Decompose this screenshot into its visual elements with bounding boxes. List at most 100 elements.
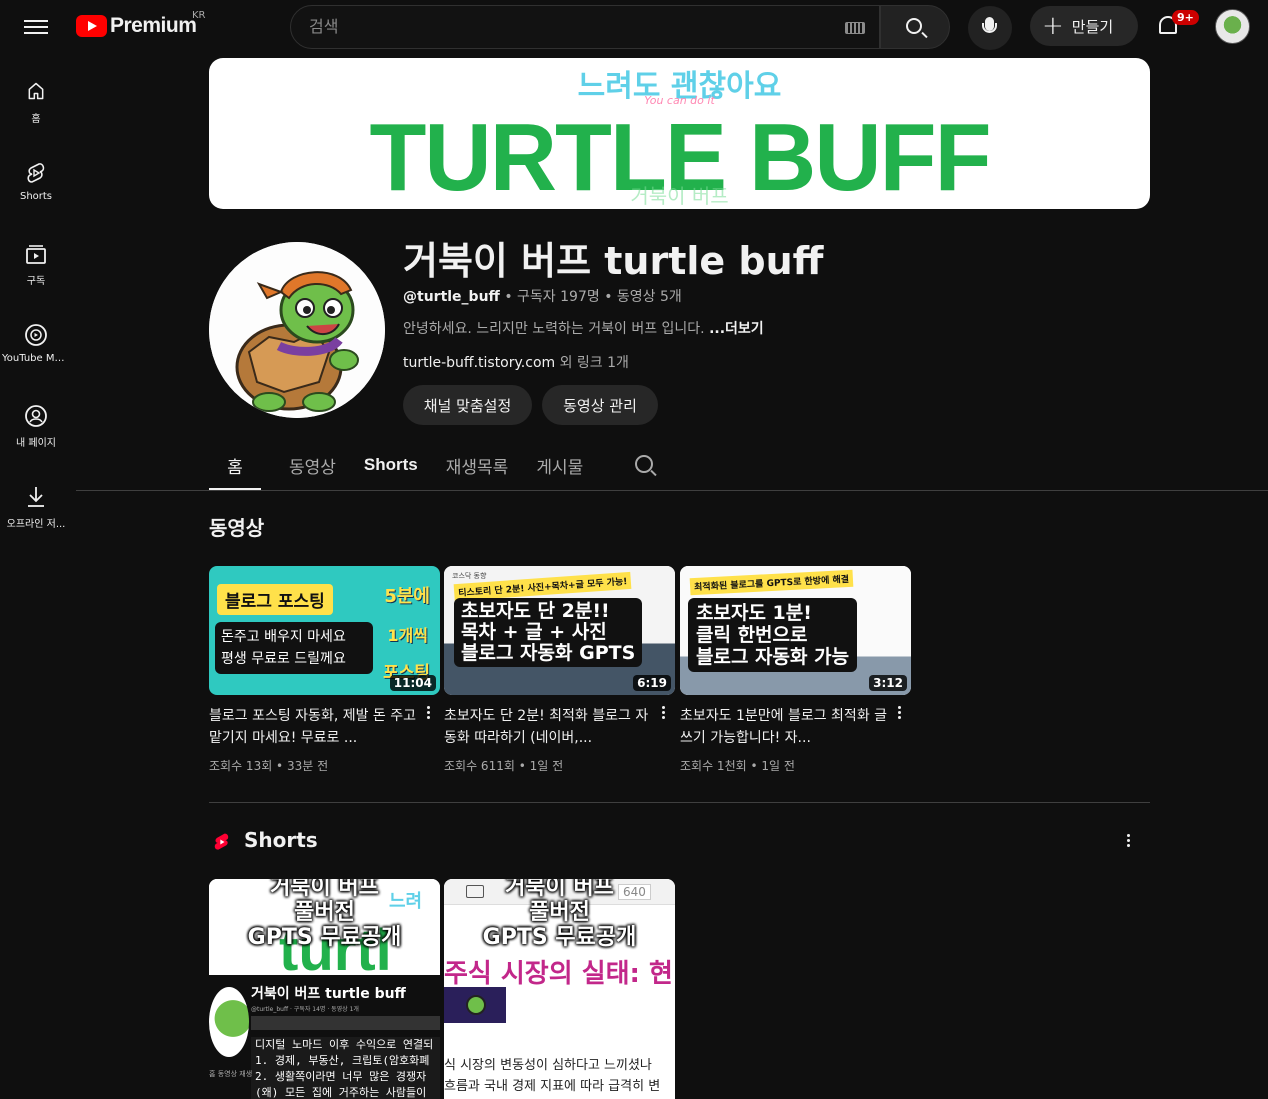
sidebar-item-youtube-music[interactable]: YouTube Mu... xyxy=(0,299,72,380)
tab-posts[interactable]: 게시물 xyxy=(536,440,583,490)
short-tab-label: 홈 xyxy=(209,1070,216,1078)
region-label: KR xyxy=(192,10,206,21)
manage-videos-button[interactable]: 동영상 관리 xyxy=(542,385,658,425)
tab-playlists[interactable]: 재생목록 xyxy=(446,440,509,490)
description-text: 안녕하세요. 느리지만 노력하는 거북이 버프 입니다. xyxy=(403,321,710,337)
banner-korean-name: 거북이 버프 xyxy=(630,184,729,208)
video-thumbnail[interactable]: 블로그 포스팅 5분에 돈주고 배우지 마세요 평생 무료로 드릴께요 1개씩 … xyxy=(209,566,440,695)
short-text-line: 흐름과 국내 경제 지표에 따라 급격히 변 xyxy=(444,1079,661,1094)
channel-links[interactable]: turtle-buff.tistory.com 외 링크 1개 xyxy=(403,352,629,372)
channel-description[interactable]: 안녕하세요. 느리지만 노력하는 거북이 버프 입니다. ...더보기 xyxy=(403,318,764,338)
sidebar-item-my-page[interactable]: 내 페이지 xyxy=(0,380,72,461)
thumbnail-text: 클릭 한번으로 xyxy=(696,624,808,646)
customize-label: 채널 맞춤설정 xyxy=(423,396,512,415)
section-divider xyxy=(209,802,1150,803)
video-thumbnail[interactable]: 코스닥 동향 티스토리 단 2분! 사진+목차+글 모두 가능! 초보자도 단 … xyxy=(444,566,675,695)
thumbnail-text: 블로그 자동화 가능 xyxy=(696,646,850,668)
short-tab-labels: 홈 동영상 재생 xyxy=(209,1069,253,1079)
video-card[interactable]: 최적화된 블로그를 GPTS로 한방에 해결 초보자도 1분! 클릭 한번으로 … xyxy=(680,566,911,774)
short-text-line: 2. 생활쪽이라면 너무 많은 경쟁자 xyxy=(255,1070,427,1083)
thumbnail-caption-box: 초보자도 단 2분!! 목차 + 글 + 사진 블로그 자동화 GPTS xyxy=(454,598,643,667)
create-button[interactable]: + 만들기 xyxy=(1030,6,1138,46)
notifications-button[interactable]: 9+ xyxy=(1156,10,1199,38)
sidebar-item-shorts[interactable]: Shorts xyxy=(0,137,72,218)
tab-shorts[interactable]: Shorts xyxy=(364,440,418,490)
more-link[interactable]: ...더보기 xyxy=(709,321,764,337)
tab-home[interactable]: 홈 xyxy=(209,440,261,490)
short-card[interactable]: 640 주식 시장의 실태: 현 식 시장의 변동성이 심하다고 느끼셨나 흐름… xyxy=(444,879,675,1099)
keyboard-icon[interactable] xyxy=(845,22,865,34)
thumbnail-text: 1개씩 xyxy=(387,626,428,645)
more-options-icon[interactable] xyxy=(891,704,907,724)
channel-tabs: 홈 동영상 Shorts 재생목록 게시물 xyxy=(209,440,583,490)
sidebar-item-subscriptions[interactable]: 구독 xyxy=(0,218,72,299)
video-card[interactable]: 블로그 포스팅 5분에 돈주고 배우지 마세요 평생 무료로 드릴께요 1개씩 … xyxy=(209,566,440,774)
more-options-icon[interactable] xyxy=(420,704,436,724)
video-thumbnail[interactable]: 최적화된 블로그를 GPTS로 한방에 해결 초보자도 1분! 클릭 한번으로 … xyxy=(680,566,911,695)
short-embedded-image xyxy=(444,987,506,1023)
sidebar-item-label: 홈 xyxy=(31,114,41,125)
logo-text: Premium xyxy=(110,14,197,37)
manage-label: 동영상 관리 xyxy=(563,396,637,415)
short-card[interactable]: turtl 느려 거북이 버프 turtle buff @turtle_buff… xyxy=(209,879,440,1099)
home-icon xyxy=(24,80,48,104)
short-handle-line: @turtle_buff · 구독자 14명 · 동영상 1개 xyxy=(251,1006,359,1013)
shorts-icon xyxy=(24,161,48,185)
account-avatar[interactable] xyxy=(1215,9,1250,44)
short-headline: 주식 시장의 실태: 현 xyxy=(444,959,673,989)
tab-label: 동영상 xyxy=(289,457,336,478)
turtle-mascot-image xyxy=(209,242,385,418)
top-bar: Premium KR + 만들기 9+ xyxy=(0,0,1268,56)
video-title[interactable]: 초보자도 단 2분! 최적화 블로그 자동화 따라하기 (네이버,... xyxy=(444,705,654,749)
channel-handle: @turtle_buff xyxy=(403,289,500,305)
channel-search-icon[interactable] xyxy=(635,455,653,473)
video-meta: 조회수 13회 • 33분 전 xyxy=(209,759,329,773)
voice-search-button[interactable] xyxy=(968,6,1012,50)
customize-channel-button[interactable]: 채널 맞춤설정 xyxy=(403,385,532,425)
shorts-section-title[interactable]: Shorts xyxy=(244,828,318,852)
thumbnail-text: 코스닥 동향 xyxy=(452,572,487,580)
short-tab-label: 재생 xyxy=(239,1070,253,1078)
video-title[interactable]: 블로그 포스팅 자동화, 제발 돈 주고 맡기지 마세요! 무료로 ... xyxy=(209,705,419,749)
tab-label: Shorts xyxy=(363,455,418,474)
video-card[interactable]: 코스닥 동향 티스토리 단 2분! 사진+목차+글 모두 가능! 초보자도 단 … xyxy=(444,566,675,774)
more-options-icon[interactable] xyxy=(655,704,671,724)
videos-section-title[interactable]: 동영상 xyxy=(209,512,264,541)
sidebar-item-label: 오프라인 저... xyxy=(6,519,66,530)
video-title[interactable]: 초보자도 1분만에 블로그 최적화 글쓰기 가능합니다! 자... xyxy=(680,705,890,749)
channel-name: 거북이 버프 turtle buff xyxy=(403,239,824,283)
thumbnail-text: 초보자도 단 2분!! xyxy=(461,600,610,622)
search-input[interactable] xyxy=(309,17,829,36)
thumbnail-text: 5분에 xyxy=(384,586,430,607)
notification-badge: 9+ xyxy=(1172,10,1199,25)
tab-videos[interactable]: 동영상 xyxy=(289,440,336,490)
my-page-icon xyxy=(24,404,48,428)
shorts-more-options-icon[interactable] xyxy=(1120,832,1136,852)
sidebar-item-downloads[interactable]: 오프라인 저... xyxy=(0,461,72,542)
tab-label: 홈 xyxy=(227,457,243,478)
channel-banner: 느려도 괜찮아요 You can do it TURTLE BUFF 거북이 버… xyxy=(209,58,1150,209)
short-text-panel: 디지털 노마드 이후 수익으로 연결되 1. 경제, 부동산, 크립토(암호화폐… xyxy=(251,1037,440,1099)
channel-meta: @turtle_buff • 구독자 197명 • 동영상 5개 xyxy=(403,286,682,306)
search-box xyxy=(290,5,880,49)
search-icon xyxy=(906,18,922,34)
short-caption-line: 풀버전 xyxy=(294,900,355,925)
menu-icon[interactable] xyxy=(24,16,48,40)
short-caption: 거북이 버프 풀버전 GPTS 무료공개 xyxy=(209,879,440,950)
youtube-play-icon xyxy=(76,15,107,37)
channel-avatar[interactable] xyxy=(209,242,385,418)
sidebar-item-home[interactable]: 홈 xyxy=(0,56,72,137)
short-text-panel: 식 시장의 변동성이 심하다고 느끼셨나 흐름과 국내 경제 지표에 따라 급격… xyxy=(444,1055,660,1097)
sidebar-item-label: Shorts xyxy=(19,191,53,202)
short-channel-name: 거북이 버프 turtle buff xyxy=(251,986,406,1002)
channel-link[interactable]: turtle-buff.tistory.com xyxy=(403,355,555,371)
plus-icon: + xyxy=(1042,11,1064,41)
thumbnail-text: 블로그 자동화 GPTS xyxy=(461,642,636,664)
youtube-premium-logo[interactable]: Premium xyxy=(76,14,197,38)
search-button[interactable] xyxy=(880,5,950,49)
sidebar: 홈 Shorts 구독 YouTube Mu... 내 페이지 오프라인 저..… xyxy=(0,56,72,542)
tab-label: 재생목록 xyxy=(445,457,509,478)
short-caption-line: 거북이 버프 xyxy=(270,879,379,900)
thumbnail-text: 블로그 포스팅 xyxy=(217,584,333,615)
thumbnail-caption-box: 돈주고 배우지 마세요 평생 무료로 드릴께요 xyxy=(215,622,373,674)
